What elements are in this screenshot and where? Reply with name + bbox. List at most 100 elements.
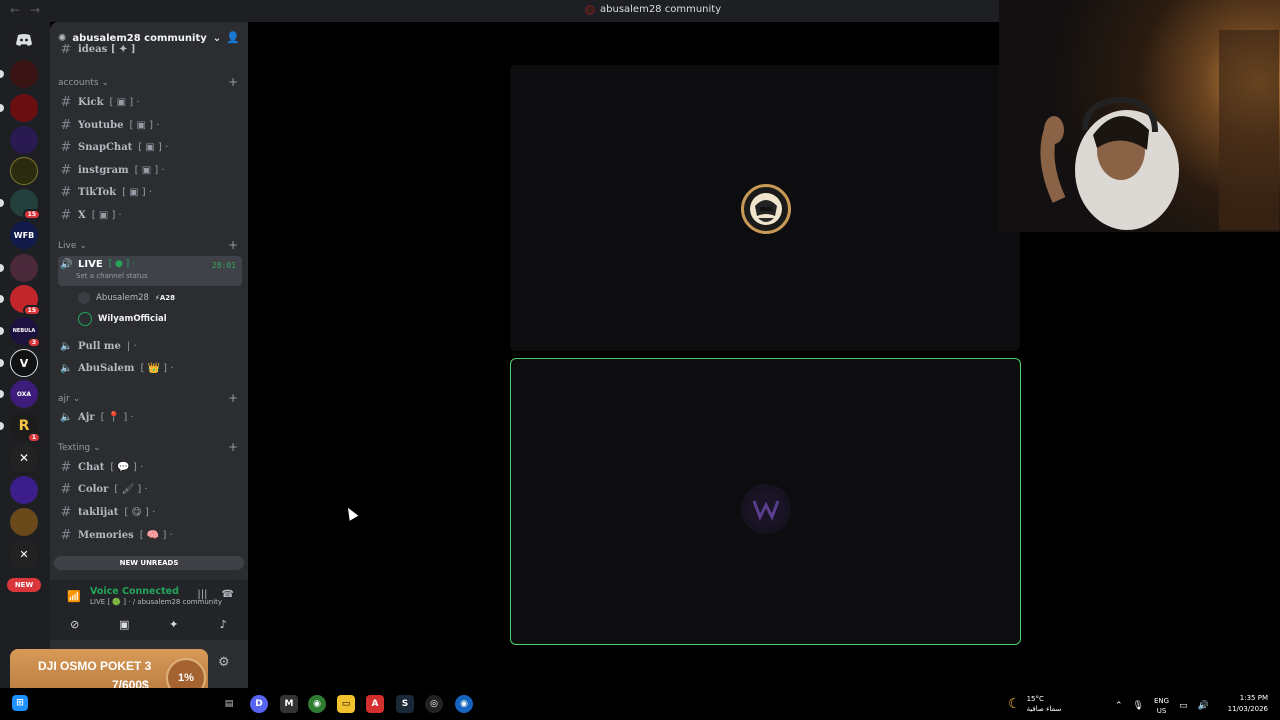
channel-snapchat[interactable]: # SnapChat [ ▣ ] · [58,137,242,157]
server-icon-14[interactable]: ✕ [10,444,38,472]
file-explorer-icon[interactable]: ▭ [337,695,355,713]
channel-name: Kick [78,96,104,108]
channel-instgram[interactable]: # instgram [ ▣ ] · [58,160,242,180]
unread-pip [0,264,4,272]
channel-suffix: [ ▣ ] · [91,209,122,221]
server-icon-8[interactable]: 15 [10,285,41,316]
server-icon-3[interactable] [10,126,38,154]
microphone-icon[interactable]: 🎙 [1133,701,1144,711]
unread-pip [0,295,4,303]
noise-suppression-icon[interactable]: ||| [197,589,207,600]
voice-actions: ⊘ ▣ ✦ ♪ [50,614,248,634]
category-texting[interactable]: Texting ⌄ [58,443,101,453]
voice-member[interactable]: Abusalem28 ⚡A28 [78,290,175,306]
app-a-taskbar-icon[interactable]: A [366,695,384,713]
brain-icon: [ 🧠 ] · [139,529,173,541]
channel-name: Chat [78,461,105,473]
obs-taskbar-icon[interactable]: ◎ [425,695,443,713]
hash-icon: # [60,94,72,110]
server-icon-nebula[interactable]: NEBULA 3 [10,317,41,348]
server-icon-v[interactable]: V [10,349,38,377]
start-button[interactable]: ⊞ [12,695,28,711]
weather-widget[interactable]: ☾ 15°C سماء صافية [1008,694,1061,714]
add-channel-icon[interactable]: + [228,391,238,405]
weather-desc: سماء صافية [1026,705,1062,713]
screen-share-button[interactable]: ▣ [111,614,137,634]
back-arrow-icon[interactable]: ← [10,3,20,17]
soundboard-button[interactable]: ♪ [210,614,236,634]
server-label: OXA [16,390,32,398]
category-accounts[interactable]: accounts ⌄ [58,78,109,88]
server-icon-4[interactable] [10,157,38,185]
server-icon-1[interactable] [10,60,38,88]
discord-home-button[interactable] [10,26,38,54]
steam-taskbar-icon[interactable]: S [396,695,414,713]
channel-clipped[interactable]: # ideas [ ✦ ] [58,44,242,54]
channel-color[interactable]: # Color [ 🖌 ] · [58,479,242,499]
server-icon-5[interactable]: 15 [10,189,41,220]
hash-icon: # [60,207,72,223]
language-indicator[interactable]: ENG US [1154,696,1169,716]
activities-icon: ✦ [169,617,179,631]
channel-abusalem[interactable]: 🔈 AbuSalem [ 👑 ] · [58,358,242,378]
channel-status[interactable]: Set a channel status [76,272,148,280]
windows-icon: ⊞ [16,698,24,708]
chevron-down-icon: ⌄ [212,32,222,44]
server-icon-oxa[interactable]: OXA [10,380,38,408]
server-icon-15[interactable] [10,476,38,504]
server-icon-16[interactable] [10,508,38,536]
task-view-icon: ▤ [224,699,234,709]
server-icon-2[interactable] [10,94,38,122]
clock[interactable]: 1:35 PM 11/03/2026 [1222,693,1268,715]
server-icon-13[interactable]: R1 [10,412,41,443]
add-channel-icon[interactable]: + [228,75,238,89]
server-icon-17[interactable]: ✕ [10,540,38,568]
chrome-taskbar-icon[interactable]: ◉ [308,695,326,713]
speech-bubble-icon: [ 💬 ] · [110,461,144,473]
category-label: ajr [58,394,70,404]
server-icon-wfb[interactable]: WFB [10,221,38,249]
channel-youtube[interactable]: # Youtube [ ▣ ] · [58,115,242,135]
channel-x[interactable]: # X [ ▣ ] · [58,205,242,225]
forward-arrow-icon[interactable]: → [30,3,40,17]
camera-off-button[interactable]: ⊘ [62,614,88,634]
lang-bottom: US [1156,707,1167,715]
settings-gear-icon[interactable]: ⚙ [218,655,230,670]
discord-taskbar-icon[interactable]: D [250,695,268,713]
channel-ajr[interactable]: 🔈 Ajr [ 📍 ] · [58,407,242,427]
server-label: NEBULA [12,328,36,334]
participant-tile-abusalem28[interactable] [510,65,1020,351]
channel-tiktok[interactable]: # TikTok [ ▣ ] · [58,182,242,202]
channel-memories[interactable]: # Memories [ 🧠 ] · [58,525,242,545]
category-ajr[interactable]: ajr ⌄ [58,394,80,404]
new-unreads-button[interactable]: NEW UNREADS [54,556,244,570]
hash-icon: # [60,504,72,520]
channel-pull-me[interactable]: 🔈 Pull me | · [58,336,242,356]
app-taskbar-icon[interactable]: M [280,695,298,713]
camera-off-icon: ⊘ [70,617,80,631]
network-icon[interactable]: ▭ [1179,701,1188,711]
browser-taskbar-icon[interactable]: ◉ [455,695,473,713]
channel-live[interactable]: 🔊 LIVE [ ● ] · 28:01 Set a channel statu… [58,256,242,286]
channel-chat[interactable]: # Chat [ 💬 ] · [58,457,242,477]
channel-name: ideas [ ✦ ] [78,44,136,54]
disconnect-icon[interactable]: ☎ [222,589,234,600]
task-view-button[interactable]: ▤ [220,695,238,713]
activities-button[interactable]: ✦ [161,614,187,634]
add-channel-icon[interactable]: + [228,440,238,454]
volume-icon[interactable]: 🔊 [1198,701,1209,711]
channel-kick[interactable]: # Kick [ ▣ ] · [58,92,242,112]
category-live[interactable]: Live ⌄ [58,241,87,251]
channel-taklijat[interactable]: # taklijat [ 😋 ] · [58,502,242,522]
add-member-icon[interactable]: 👤 [226,31,240,44]
avatar [78,292,90,304]
add-channel-icon[interactable]: + [228,238,238,252]
channel-suffix: [ ▣ ] · [122,186,153,198]
w-logo-icon [747,490,785,528]
participant-tile-wilyamofficial[interactable] [510,358,1021,645]
voice-status[interactable]: Voice Connected [90,586,179,597]
server-icon-7[interactable] [10,254,38,282]
chevron-up-icon[interactable]: ⌃ [1115,701,1123,711]
new-servers-pill[interactable]: NEW [7,578,41,592]
voice-member[interactable]: WilyamOfficial [78,311,167,327]
